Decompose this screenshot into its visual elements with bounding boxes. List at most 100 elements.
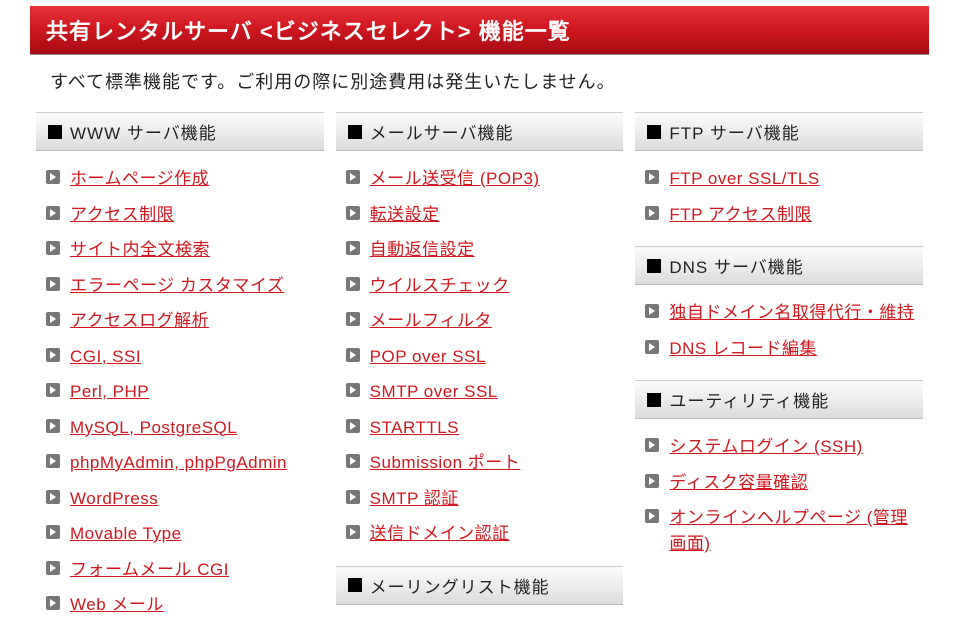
arrow-right-icon: [46, 419, 60, 433]
feature-link[interactable]: DNS レコード編集: [669, 336, 817, 362]
intro-text: すべて標準機能です。ご利用の際に別途費用は発生いたしません。: [0, 68, 959, 112]
feature-link[interactable]: 転送設定: [370, 202, 440, 228]
arrow-right-icon: [346, 454, 360, 468]
feature-link[interactable]: Movable Type: [70, 521, 182, 547]
feature-link[interactable]: エラーページ カスタマイズ: [70, 273, 284, 299]
arrow-right-icon: [645, 304, 659, 318]
list-item: ホームページ作成: [46, 161, 324, 197]
list-item: POP over SSL: [346, 339, 624, 375]
arrow-right-icon: [46, 241, 60, 255]
feature-link[interactable]: システムログイン (SSH): [669, 434, 863, 460]
feature-link[interactable]: アクセス制限: [70, 202, 174, 228]
list-item: FTP over SSL/TLS: [645, 161, 923, 197]
feature-link[interactable]: MySQL, PostgreSQL: [70, 415, 237, 441]
page-title: 共有レンタルサーバ <ビジネスセレクト> 機能一覧: [30, 6, 929, 54]
list-item: SMTP over SSL: [346, 374, 624, 410]
feature-link[interactable]: 送信ドメイン認証: [370, 521, 510, 547]
feature-link[interactable]: オンラインヘルプページ (管理画面): [669, 505, 923, 556]
arrow-right-icon: [346, 525, 360, 539]
feature-link[interactable]: CGI, SSI: [70, 344, 141, 370]
arrow-right-icon: [346, 170, 360, 184]
feature-link[interactable]: ウイルスチェック: [370, 273, 510, 299]
feature-link[interactable]: メール送受信 (POP3): [370, 166, 540, 192]
feature-link[interactable]: Submission ポート: [370, 450, 521, 476]
feature-link[interactable]: ホームページ作成: [70, 166, 209, 192]
section-title-label: メールサーバ機能: [370, 119, 514, 144]
list-item: 送信ドメイン認証: [346, 516, 624, 552]
column: FTP サーバ機能 FTP over SSL/TLS FTP アクセス制限 DNS サ…: [635, 112, 923, 637]
section-title: ユーティリティ機能: [635, 380, 923, 419]
section-title: WWW サーバ機能: [36, 112, 324, 151]
list-item: phpMyAdmin, phpPgAdmin: [46, 445, 324, 481]
feature-link[interactable]: ディスク容量確認: [669, 470, 808, 496]
list-item: Movable Type: [46, 516, 324, 552]
arrow-right-icon: [346, 348, 360, 362]
feature-link[interactable]: Web メール: [70, 592, 164, 618]
feature-link[interactable]: フォームメール CGI: [70, 557, 229, 583]
feature-link[interactable]: 自動返信設定: [370, 237, 475, 263]
feature-list: 独自ドメイン名取得代行・維持 DNS レコード編集: [635, 295, 923, 380]
arrow-right-icon: [346, 312, 360, 326]
list-item: 独自ドメイン名取得代行・維持: [645, 295, 923, 331]
arrow-right-icon: [46, 596, 60, 610]
arrow-right-icon: [46, 561, 60, 575]
feature-link[interactable]: FTP アクセス制限: [669, 202, 812, 228]
list-item: システムログイン (SSH): [645, 429, 923, 465]
feature-link[interactable]: WordPress: [70, 486, 158, 512]
feature-link[interactable]: phpMyAdmin, phpPgAdmin: [70, 450, 287, 476]
arrow-right-icon: [46, 206, 60, 220]
feature-list: システムログイン (SSH) ディスク容量確認オンラインヘルプページ (管理画面): [635, 429, 923, 575]
list-item: アクセス制限: [46, 197, 324, 233]
section-title: メーリングリスト機能: [336, 566, 624, 605]
list-item: メールフィルタ: [346, 303, 624, 339]
square-bullet-icon: [647, 125, 661, 139]
arrow-right-icon: [46, 277, 60, 291]
feature-link[interactable]: Perl, PHP: [70, 379, 149, 405]
list-item: STARTTLS: [346, 410, 624, 446]
arrow-right-icon: [645, 438, 659, 452]
arrow-right-icon: [46, 170, 60, 184]
feature-link[interactable]: STARTTLS: [370, 415, 459, 441]
list-item: DNS レコード編集: [645, 331, 923, 367]
arrow-right-icon: [346, 241, 360, 255]
feature-link[interactable]: メールフィルタ: [370, 308, 492, 334]
section-title: DNS サーバ機能: [635, 246, 923, 285]
feature-link[interactable]: サイト内全文検索: [70, 237, 210, 263]
feature-link[interactable]: SMTP over SSL: [370, 379, 498, 405]
list-item: ウイルスチェック: [346, 268, 624, 304]
section-title: FTP サーバ機能: [635, 112, 923, 151]
list-item: Web メール: [46, 587, 324, 623]
square-bullet-icon: [647, 259, 661, 273]
list-item: Perl, PHP: [46, 374, 324, 410]
list-item: フォームメール CGI: [46, 552, 324, 588]
section-title: メールサーバ機能: [336, 112, 624, 151]
arrow-right-icon: [46, 312, 60, 326]
section-title-label: FTP サーバ機能: [669, 119, 799, 144]
list-item: CGI, SSI: [46, 339, 324, 375]
arrow-right-icon: [645, 340, 659, 354]
arrow-right-icon: [645, 170, 659, 184]
arrow-right-icon: [46, 383, 60, 397]
feature-link[interactable]: SMTP 認証: [370, 486, 459, 512]
arrow-right-icon: [645, 509, 659, 523]
square-bullet-icon: [348, 578, 362, 592]
arrow-right-icon: [46, 490, 60, 504]
square-bullet-icon: [48, 125, 62, 139]
list-item: 自動返信設定: [346, 232, 624, 268]
arrow-right-icon: [346, 383, 360, 397]
square-bullet-icon: [647, 393, 661, 407]
list-item: オンラインヘルプページ (管理画面): [645, 500, 923, 561]
column: WWW サーバ機能ホームページ作成アクセス制限サイト内全文検索エラーページ カス…: [36, 112, 324, 637]
feature-link[interactable]: POP over SSL: [370, 344, 486, 370]
list-item: FTP アクセス制限: [645, 197, 923, 233]
columns-wrapper: WWW サーバ機能ホームページ作成アクセス制限サイト内全文検索エラーページ カス…: [0, 112, 959, 637]
column: メールサーバ機能メール送受信 (POP3)転送設定自動返信設定ウイルスチェックメ…: [336, 112, 624, 637]
arrow-right-icon: [46, 525, 60, 539]
arrow-right-icon: [346, 490, 360, 504]
list-item: MySQL, PostgreSQL: [46, 410, 324, 446]
feature-link[interactable]: 独自ドメイン名取得代行・維持: [669, 300, 914, 326]
list-item: WordPress: [46, 481, 324, 517]
feature-link[interactable]: FTP over SSL/TLS: [669, 166, 819, 192]
feature-list: メール送受信 (POP3) 転送設定自動返信設定ウイルスチェックメールフィルタ PO…: [336, 161, 624, 566]
feature-link[interactable]: アクセスログ解析: [70, 308, 209, 334]
